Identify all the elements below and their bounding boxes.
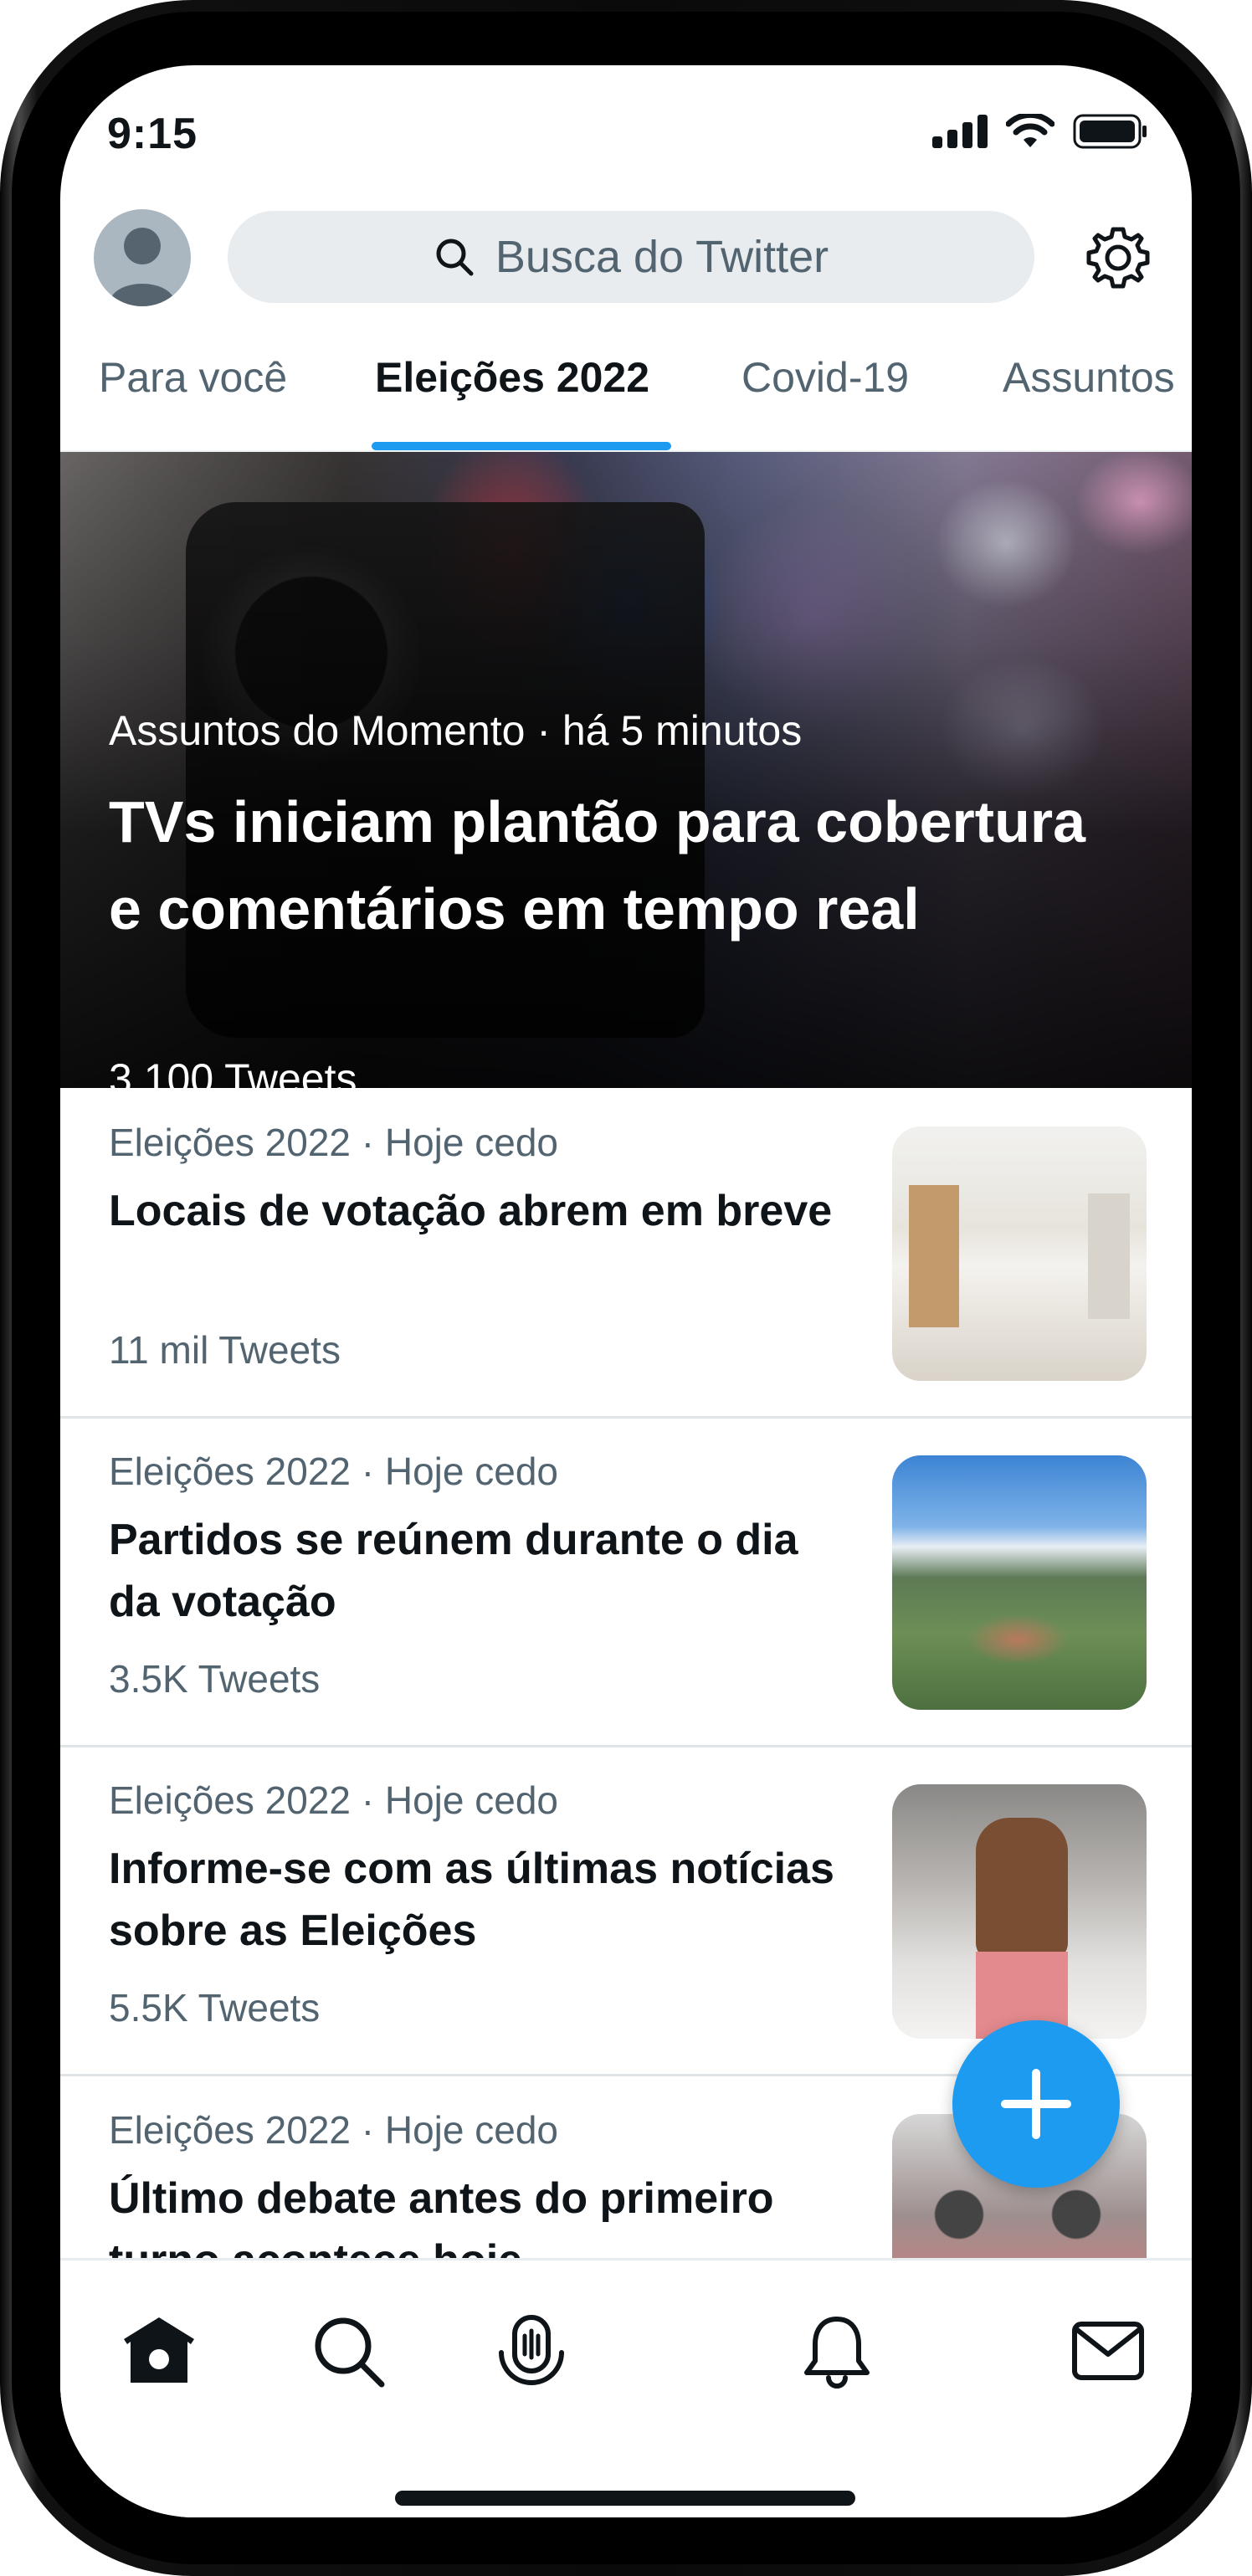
home-icon[interactable]: [119, 2311, 199, 2391]
status-icons: [932, 114, 1148, 149]
trend-thumbnail-city: [892, 1455, 1147, 1710]
status-time: 9:15: [107, 110, 198, 158]
hero-meta: Assuntos do Momento · há 5 minutos: [109, 707, 803, 754]
tab-covid-19[interactable]: Covid-19: [741, 353, 909, 402]
tab-assuntos[interactable]: Assuntos: [1003, 353, 1175, 402]
trend-tweet-count: 5.5K Tweets: [109, 1986, 321, 2029]
trend-thumbnail-hallway: [892, 1126, 1147, 1381]
hero-title[interactable]: TVs iniciam plantão para cobertura e com…: [109, 778, 1113, 952]
search-icon: [436, 239, 474, 276]
active-tab-indicator: [372, 442, 671, 450]
trend-meta: Eleições 2022 · Hoje cedo: [109, 1778, 558, 1822]
compose-tweet-button[interactable]: [952, 2020, 1120, 2188]
gear-icon[interactable]: [1085, 224, 1152, 291]
wifi-icon: [1006, 114, 1054, 147]
trend-meta: Eleições 2022 · Hoje cedo: [109, 1450, 558, 1493]
trend-meta: Eleições 2022 · Hoje cedo: [109, 2108, 558, 2152]
phone-screen: 9:15 Busca do Twitter Para você Eleições…: [60, 65, 1192, 2517]
bell-icon[interactable]: [797, 2311, 877, 2391]
tab-para-voce[interactable]: Para você: [99, 353, 287, 402]
trend-item[interactable]: Eleições 2022 · Hoje cedo Partidos se re…: [60, 1419, 1192, 1747]
plus-icon: [1001, 2069, 1071, 2139]
trend-tweet-count: 3.5K Tweets: [109, 1657, 321, 1701]
signal-icon: [932, 115, 988, 148]
trend-item[interactable]: Eleições 2022 · Hoje cedo Locais de vota…: [60, 1090, 1192, 1419]
battery-icon: [1073, 114, 1147, 149]
trend-title: Locais de votação abrem em breve: [109, 1187, 833, 1235]
search-bar[interactable]: Busca do Twitter: [228, 211, 1034, 303]
tab-eleicoes-2022[interactable]: Eleições 2022: [375, 353, 649, 402]
trend-thumbnail-raised-hand: [892, 1784, 1147, 2039]
hero-trend-card[interactable]: [60, 452, 1192, 1088]
trend-meta: Eleições 2022 · Hoje cedo: [109, 1121, 558, 1164]
home-indicator[interactable]: [395, 2491, 855, 2506]
trend-title: Informe-se com as últimas notícias sobre…: [109, 1845, 834, 1955]
search-placeholder: Busca do Twitter: [495, 232, 829, 282]
trend-tweet-count: 11 mil Tweets: [109, 1328, 341, 1372]
bottom-navigation: [60, 2258, 1192, 2517]
hero-gradient-overlay: [60, 452, 1192, 1088]
trend-title: Partidos se reúnem durante o dia da vota…: [109, 1516, 798, 1626]
mail-icon[interactable]: [1068, 2311, 1148, 2391]
user-silhouette-icon: [109, 228, 176, 306]
avatar[interactable]: [94, 209, 191, 306]
search-icon[interactable]: [308, 2311, 388, 2391]
spaces-icon[interactable]: [491, 2311, 572, 2391]
